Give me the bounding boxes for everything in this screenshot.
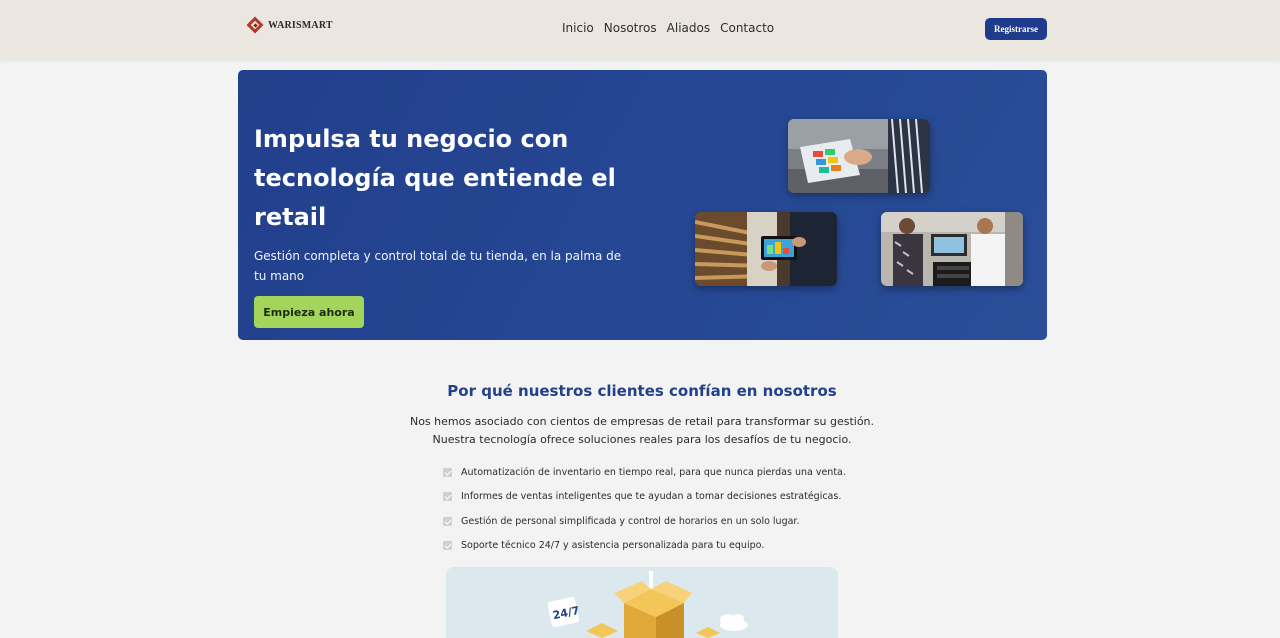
nav-link-inicio[interactable]: Inicio [562,21,594,35]
top-navbar: WARISMART Inicio Nosotros Aliados Contac… [0,0,1280,60]
hero-title: Impulsa tu negocio con tecnología que en… [254,125,616,231]
check-icon [443,492,452,502]
feature-list: Automatización de inventario en tiempo r… [443,460,846,558]
check-icon [443,516,452,526]
support-illustration: 24/7 [446,567,838,638]
brand-logo[interactable]: WARISMART [246,16,333,34]
section-description: Nos hemos asociado con cientos de empres… [0,413,1280,449]
list-item: Informes de ventas inteligentes que te a… [443,485,846,510]
main-nav: Inicio Nosotros Aliados Contacto [562,21,774,35]
check-icon [443,541,452,551]
check-icon [443,467,452,477]
list-item: Gestión de personal simplificada y contr… [443,509,846,534]
team-computer-photo [881,212,1023,286]
list-item: Automatización de inventario en tiempo r… [443,460,846,485]
warehouse-tablet-photo [695,212,837,286]
hero-subtitle: Gestión completa y control total de tu t… [254,249,622,283]
register-button[interactable]: Registrarse [985,18,1047,40]
feature-text: Gestión de personal simplificada y contr… [461,515,800,527]
feature-text: Informes de ventas inteligentes que te a… [461,491,842,503]
nav-link-contacto[interactable]: Contacto [720,21,774,35]
description-line-2: Nuestra tecnología ofrece soluciones rea… [432,433,852,446]
logo-diamond-icon [246,16,264,34]
hero-banner: Impulsa tu negocio con tecnología que en… [238,70,1047,340]
list-item: Soporte técnico 24/7 y asistencia person… [443,534,846,559]
start-now-button[interactable]: Empieza ahora [254,296,364,328]
description-line-1: Nos hemos asociado con cientos de empres… [409,415,875,428]
nav-link-nosotros[interactable]: Nosotros [604,21,657,35]
pos-terminal-photo [788,119,930,193]
brand-name: WARISMART [268,19,333,31]
section-title: Por qué nuestros clientes confían en nos… [447,382,837,400]
feature-text: Automatización de inventario en tiempo r… [461,466,846,478]
nav-link-aliados[interactable]: Aliados [667,21,710,35]
feature-text: Soporte técnico 24/7 y asistencia person… [461,540,765,552]
